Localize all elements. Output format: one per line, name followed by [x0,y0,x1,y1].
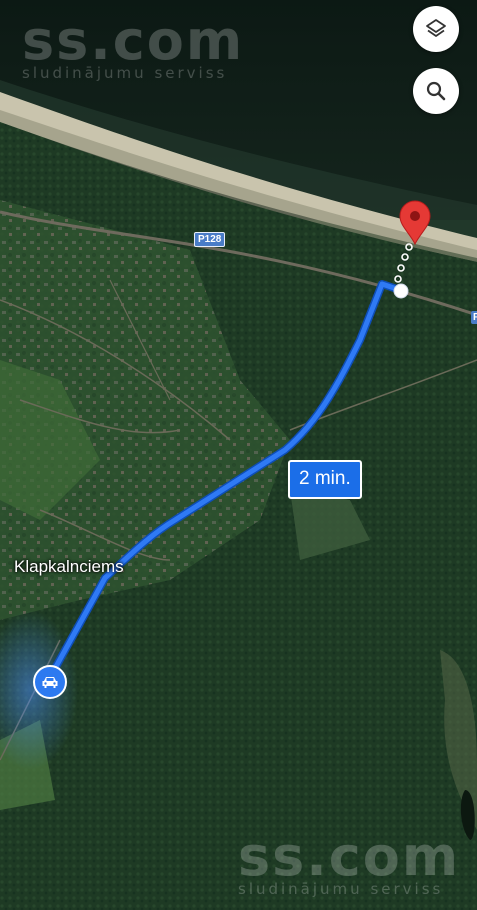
place-label[interactable]: Klapkalnciems [14,557,124,577]
car-location-marker[interactable] [33,665,67,699]
watermark-tagline: sludinājumu serviss [238,880,444,898]
layers-icon [426,19,446,37]
satellite-map[interactable] [0,0,477,910]
search-icon [426,81,446,101]
road-label-p128: P128 [194,232,226,247]
layers-button[interactable] [413,6,459,52]
watermark-brand: ss.com [22,9,245,72]
search-button[interactable] [413,68,459,114]
watermark-tagline: sludinājumu serviss [22,64,228,82]
route-end-point [393,283,409,299]
watermark-top: ss.com sludinājumu serviss [22,14,244,81]
watermark-bottom: ss.com sludinājumu serviss [238,830,460,897]
road-label-cut: P [471,311,477,324]
watermark-brand: ss.com [238,825,461,888]
route-duration-label[interactable]: 2 min. [288,460,362,499]
car-icon [42,677,58,688]
